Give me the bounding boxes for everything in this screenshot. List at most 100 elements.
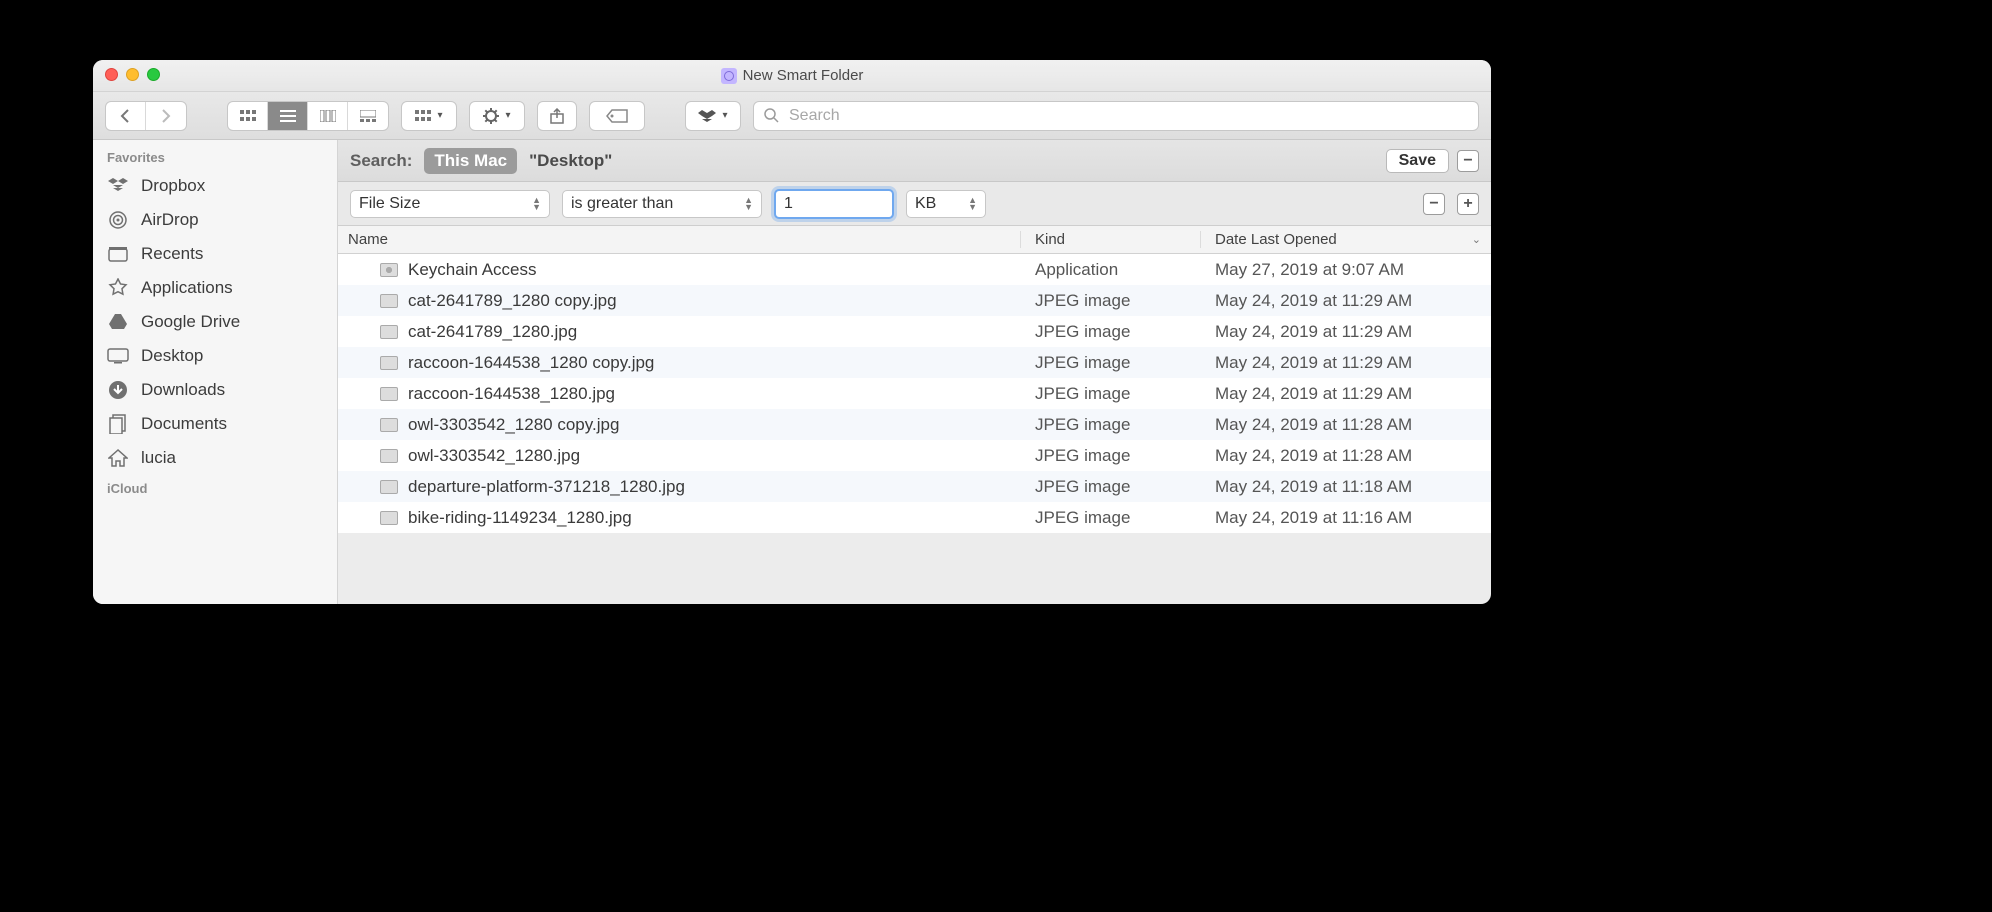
sidebar-item-downloads[interactable]: Downloads	[93, 373, 337, 407]
file-kind: JPEG image	[1021, 384, 1201, 404]
image-icon	[380, 356, 398, 370]
column-date[interactable]: Date Last Opened ⌄	[1201, 231, 1491, 248]
file-date: May 24, 2019 at 11:29 AM	[1201, 353, 1491, 373]
body: Favorites Dropbox AirDrop Recents Applicati…	[93, 140, 1491, 604]
sidebar-item-lucia[interactable]: lucia	[93, 441, 337, 475]
gallery-view-button[interactable]	[348, 102, 388, 130]
file-kind: JPEG image	[1021, 322, 1201, 342]
search-field[interactable]	[753, 101, 1479, 131]
scope-this-mac[interactable]: This Mac	[424, 148, 517, 174]
search-input[interactable]	[787, 106, 1468, 126]
sidebar-item-label: Recents	[141, 244, 203, 264]
column-view-button[interactable]	[308, 102, 348, 130]
airdrop-icon	[107, 209, 129, 231]
minimize-icon[interactable]	[126, 68, 139, 81]
main-area: Search: This Mac "Desktop" Save − File S…	[338, 140, 1491, 604]
table-row[interactable]: raccoon-1644538_1280 copy.jpgJPEG imageM…	[338, 347, 1491, 378]
image-icon	[380, 325, 398, 339]
sidebar-item-label: Desktop	[141, 346, 203, 366]
table-row[interactable]: owl-3303542_1280 copy.jpgJPEG imageMay 2…	[338, 409, 1491, 440]
file-name: raccoon-1644538_1280.jpg	[408, 384, 615, 404]
attribute-select[interactable]: File Size ▲▼	[350, 190, 550, 218]
action-button[interactable]: ▾	[469, 101, 525, 131]
image-icon	[380, 387, 398, 401]
share-button[interactable]	[537, 101, 577, 131]
table-row[interactable]: cat-2641789_1280 copy.jpg JPEG imageMay 2…	[338, 285, 1491, 316]
file-kind: JPEG image	[1021, 477, 1201, 497]
table-row[interactable]: departure-platform-371218_1280.jpg JPEG i…	[338, 471, 1491, 502]
remove-criteria-button[interactable]: −	[1457, 150, 1479, 172]
file-name: departure-platform-371218_1280.jpg	[408, 477, 685, 497]
sidebar-item-label: Downloads	[141, 380, 225, 400]
desktop-icon	[107, 345, 129, 367]
file-name: cat-2641789_1280 copy.jpg	[408, 291, 617, 311]
forward-button[interactable]	[146, 102, 186, 130]
sidebar-item-dropbox[interactable]: Dropbox	[93, 169, 337, 203]
results-list[interactable]: Keychain AccessApplicationMay 27, 2019 a…	[338, 254, 1491, 604]
image-icon	[380, 418, 398, 432]
back-button[interactable]	[106, 102, 146, 130]
scope-desktop[interactable]: "Desktop"	[529, 151, 612, 171]
file-kind: JPEG image	[1021, 508, 1201, 528]
nav-buttons	[105, 101, 187, 131]
table-row[interactable]: raccoon-1644538_1280.jpgJPEG imageMay 24…	[338, 378, 1491, 409]
stepper-icon: ▲▼	[744, 197, 753, 211]
file-date: May 24, 2019 at 11:16 AM	[1201, 508, 1491, 528]
column-name[interactable]: Name	[338, 231, 1021, 248]
save-button[interactable]: Save	[1386, 149, 1449, 173]
sidebar-item-label: lucia	[141, 448, 176, 468]
sidebar-header-icloud: iCloud	[93, 475, 337, 500]
sidebar-item-applications[interactable]: Applications	[93, 271, 337, 305]
sidebar-item-recents[interactable]: Recents	[93, 237, 337, 271]
close-icon[interactable]	[105, 68, 118, 81]
criteria-remove-button[interactable]: −	[1423, 193, 1445, 215]
window-title: New Smart Folder	[721, 67, 864, 84]
titlebar[interactable]: New Smart Folder	[93, 60, 1491, 92]
unit-select[interactable]: KB ▲▼	[906, 190, 986, 218]
dropbox-toolbar-button[interactable]: ▾	[685, 101, 741, 131]
file-kind: JPEG image	[1021, 446, 1201, 466]
table-row[interactable]: owl-3303542_1280.jpgJPEG imageMay 24, 20…	[338, 440, 1491, 471]
file-kind: JPEG image	[1021, 415, 1201, 435]
zoom-icon[interactable]	[147, 68, 160, 81]
sidebar-item-google-drive[interactable]: Google Drive	[93, 305, 337, 339]
column-headers: Name Kind Date Last Opened ⌄	[338, 226, 1491, 254]
tags-button[interactable]	[589, 101, 645, 131]
window-title-text: New Smart Folder	[743, 67, 864, 84]
table-row[interactable]: bike-riding-1149234_1280.jpg JPEG imageMa…	[338, 502, 1491, 533]
scope-bar: Search: This Mac "Desktop" Save −	[338, 140, 1491, 182]
file-name: cat-2641789_1280.jpg	[408, 322, 577, 342]
finder-window: New Smart Folder ▾ ▾ ▾ Favorites Dropbox…	[93, 60, 1491, 604]
file-date: May 24, 2019 at 11:29 AM	[1201, 291, 1491, 311]
file-date: May 24, 2019 at 11:28 AM	[1201, 446, 1491, 466]
value-input[interactable]	[774, 189, 894, 219]
attribute-value: File Size	[359, 195, 420, 213]
arrange-button[interactable]: ▾	[401, 101, 457, 131]
sidebar-item-documents[interactable]: Documents	[93, 407, 337, 441]
column-kind[interactable]: Kind	[1021, 231, 1201, 248]
stepper-icon: ▲▼	[532, 197, 541, 211]
sidebar-header-favorites: Favorites	[93, 144, 337, 169]
file-name: bike-riding-1149234_1280.jpg	[408, 508, 632, 528]
operator-value: is greater than	[571, 195, 673, 213]
sidebar-item-desktop[interactable]: Desktop	[93, 339, 337, 373]
file-date: May 24, 2019 at 11:28 AM	[1201, 415, 1491, 435]
table-row[interactable]: Keychain AccessApplicationMay 27, 2019 a…	[338, 254, 1491, 285]
operator-select[interactable]: is greater than ▲▼	[562, 190, 762, 218]
dropbox-icon	[107, 175, 129, 197]
list-view-button[interactable]	[268, 102, 308, 130]
unit-value: KB	[915, 195, 936, 213]
sidebar-item-airdrop[interactable]: AirDrop	[93, 203, 337, 237]
table-row[interactable]: cat-2641789_1280.jpgJPEG imageMay 24, 20…	[338, 316, 1491, 347]
icon-view-button[interactable]	[228, 102, 268, 130]
file-kind: Application	[1021, 260, 1201, 280]
stepper-icon: ▲▼	[968, 197, 977, 211]
file-kind: JPEG image	[1021, 291, 1201, 311]
app-icon	[380, 263, 398, 277]
image-icon	[380, 449, 398, 463]
file-date: May 27, 2019 at 9:07 AM	[1201, 260, 1491, 280]
sidebar-item-label: AirDrop	[141, 210, 199, 230]
file-name: raccoon-1644538_1280 copy.jpg	[408, 353, 654, 373]
criteria-add-button[interactable]: +	[1457, 193, 1479, 215]
chevron-down-icon: ▾	[505, 110, 510, 121]
